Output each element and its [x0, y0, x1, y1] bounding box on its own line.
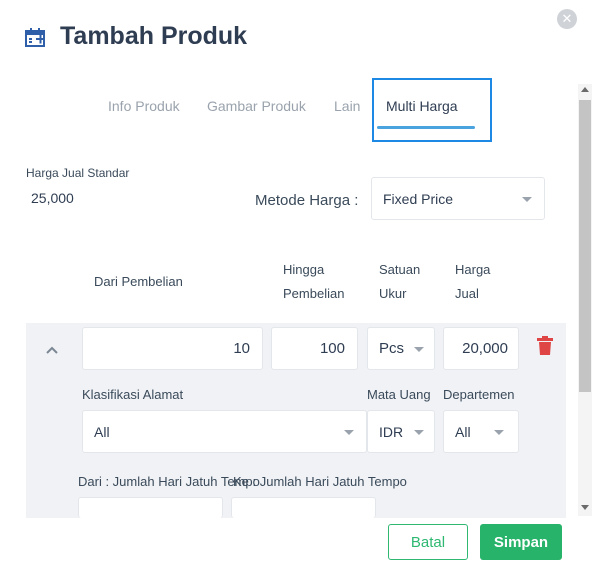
address-classification-label: Klasifikasi Alamat — [82, 387, 184, 402]
header-from-purchase: Dari Pembelian — [94, 274, 183, 289]
price-method-value: Fixed Price — [383, 190, 454, 207]
trash-icon[interactable] — [536, 336, 554, 356]
chevron-down-icon — [414, 346, 424, 352]
price-method-label: Metode Harga : — [255, 192, 359, 209]
department-select[interactable]: All — [443, 410, 519, 453]
cancel-button[interactable]: Batal — [388, 524, 468, 560]
save-button[interactable]: Simpan — [480, 524, 562, 560]
department-label: Departemen — [443, 387, 515, 402]
from-purchase-input[interactable]: 10 — [82, 327, 263, 370]
due-to-input[interactable] — [231, 497, 376, 518]
tab-gambar-produk[interactable]: Gambar Produk — [207, 98, 306, 114]
chevron-down-icon — [494, 429, 504, 435]
currency-select[interactable]: IDR — [367, 410, 435, 453]
header-unit: Satuan Ukur — [379, 262, 421, 301]
address-classification-select[interactable]: All — [82, 410, 367, 453]
calendar-add-icon — [25, 28, 45, 47]
standard-price-value: 25,000 — [31, 190, 74, 206]
header-selling-price: Harga Jual — [455, 262, 491, 301]
scroll-up-icon[interactable] — [581, 87, 589, 92]
to-purchase-input[interactable]: 100 — [271, 327, 358, 370]
selling-price-input[interactable]: 20,000 — [443, 327, 519, 370]
due-to-label: Ke : Jumlah Hari Jatuh Tempo — [233, 474, 407, 489]
close-icon[interactable]: ✕ — [557, 9, 577, 29]
active-tab-indicator — [377, 126, 475, 129]
price-method-select[interactable]: Fixed Price — [371, 177, 545, 220]
chevron-down-icon — [522, 196, 532, 202]
scroll-down-icon[interactable] — [581, 505, 589, 510]
header-to-purchase: Hingga Pembelian — [283, 262, 345, 301]
currency-label: Mata Uang — [367, 387, 431, 402]
unit-select[interactable]: Pcs — [367, 327, 435, 370]
tab-info-produk[interactable]: Info Produk — [108, 98, 180, 114]
chevron-down-icon — [414, 429, 424, 435]
chevron-up-icon[interactable] — [46, 344, 58, 356]
due-from-input[interactable] — [78, 497, 223, 518]
tab-multi-harga[interactable]: Multi Harga — [386, 98, 458, 114]
dialog-title: Tambah Produk — [60, 22, 248, 50]
tab-lain[interactable]: Lain — [334, 98, 360, 114]
chevron-down-icon — [344, 429, 354, 435]
scrollbar-thumb[interactable] — [579, 100, 591, 392]
standard-price-label: Harga Jual Standar — [26, 166, 130, 180]
